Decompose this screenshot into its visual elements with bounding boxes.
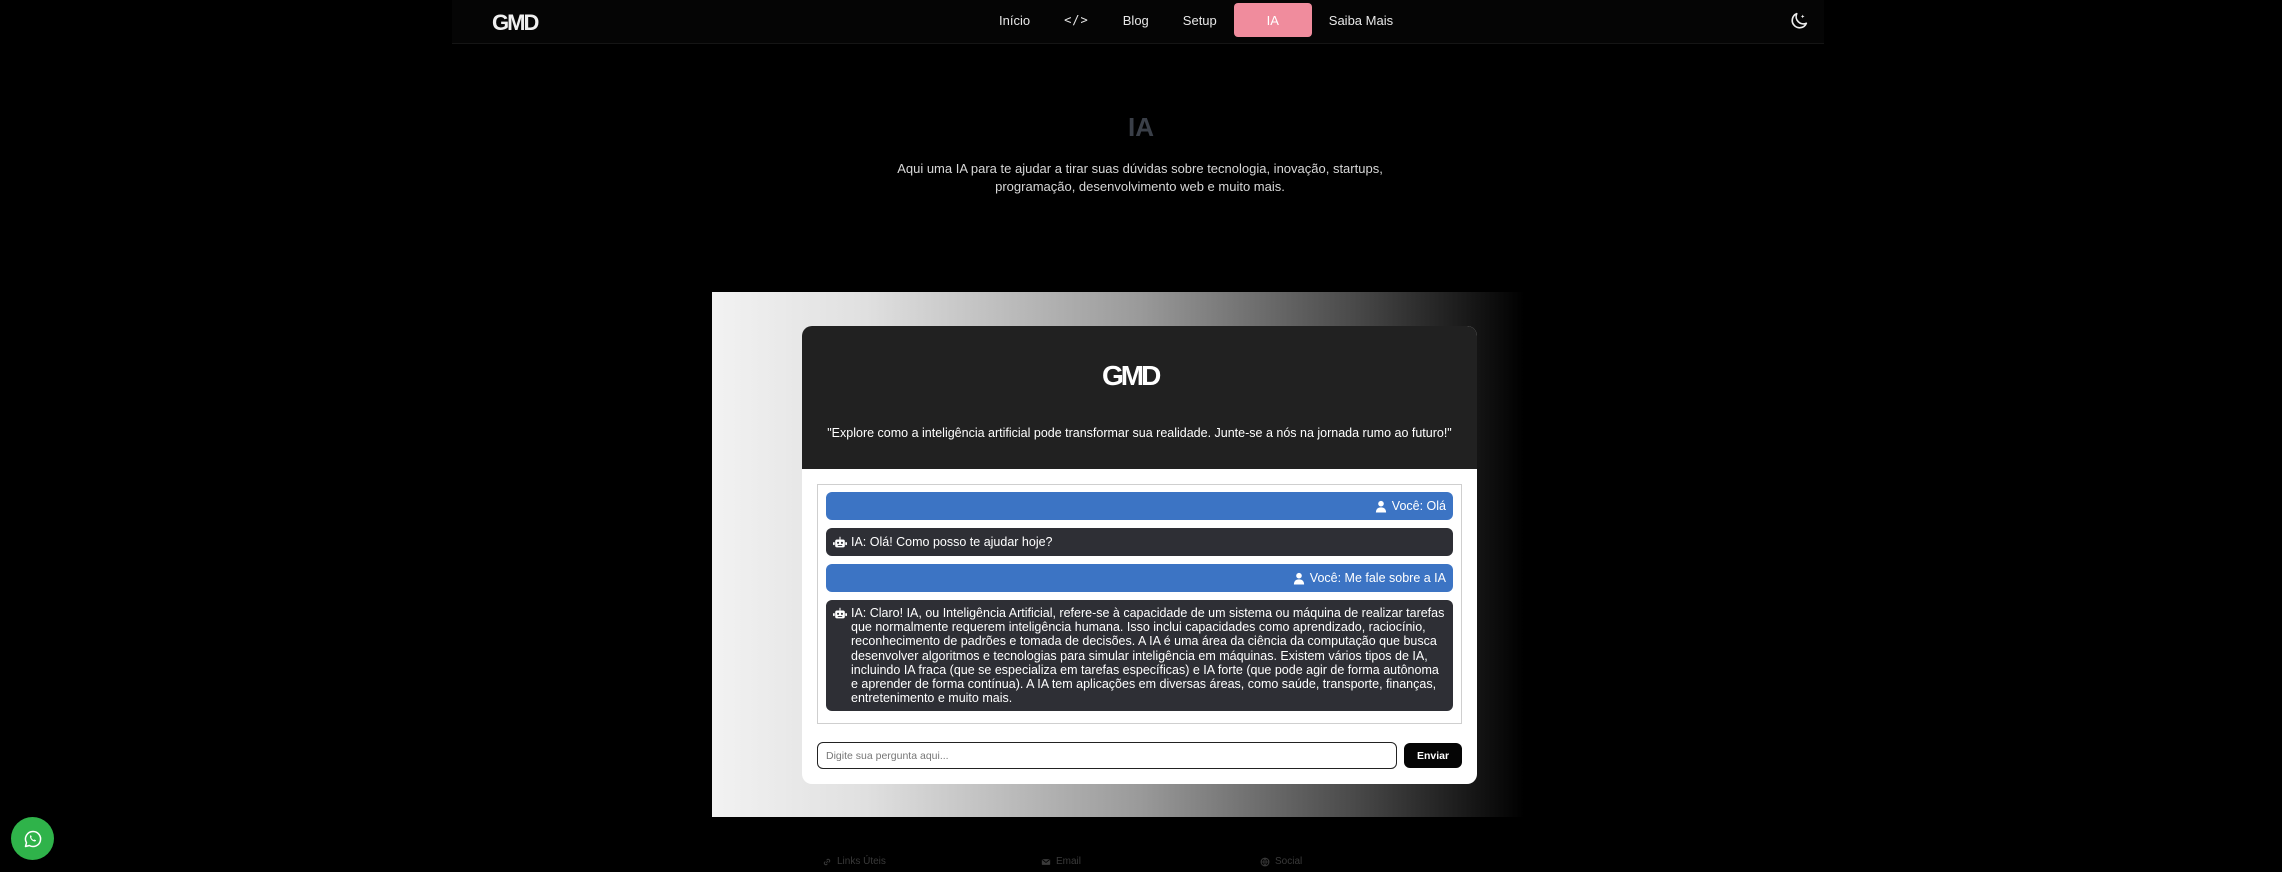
chat-header: GMD "Explore como a inteligência artific…: [802, 326, 1477, 469]
chat-tagline: "Explore como a inteligência artificial …: [827, 426, 1452, 440]
mail-icon: [1041, 858, 1051, 865]
user-message: Você: Olá: [826, 492, 1453, 520]
nav-item-saiba-mais[interactable]: Saiba Mais: [1312, 3, 1410, 37]
link-icon: [823, 858, 831, 865]
footer-link-label: Social: [1275, 856, 1303, 867]
footer-link-links-uteis[interactable]: Links Úteis: [822, 856, 886, 867]
ai-message: IA: Olá! Como posso te ajudar hoje?: [826, 528, 1453, 556]
robot-icon: [833, 607, 847, 619]
user-message: Você: Me fale sobre a IA: [826, 564, 1453, 592]
svg-text:GMD: GMD: [492, 10, 538, 35]
robot-icon: [833, 536, 847, 547]
nav-item-blog[interactable]: Blog: [1106, 3, 1166, 37]
user-icon: [1375, 500, 1386, 513]
chat-input-row: Enviar: [817, 742, 1462, 769]
chat-section: GMD "Explore como a inteligência artific…: [712, 292, 1567, 817]
svg-text:GMD: GMD: [1102, 360, 1161, 390]
footer-links: Links Úteis Email Social: [0, 856, 2282, 872]
footer-link-social[interactable]: Social: [1260, 856, 1302, 867]
page-description: Aqui uma IA para te ajudar a tirar suas …: [897, 161, 1383, 194]
message-text: Você: Me fale sobre a IA: [1309, 571, 1446, 585]
gmd-logo[interactable]: GMD: [492, 9, 554, 35]
gmd-logo: GMD: [1102, 360, 1164, 390]
footer-link-label: Links Úteis: [837, 856, 886, 867]
nav-item-setup[interactable]: Setup: [1166, 3, 1234, 37]
ai-message: IA: Claro! IA, ou Inteligência Artificia…: [826, 600, 1453, 712]
nav-item-ia[interactable]: IA: [1233, 3, 1312, 37]
message-text: IA: Olá! Como posso te ajudar hoje?: [851, 535, 1053, 549]
message-text: Você: Olá: [1391, 499, 1446, 513]
page-title: IA: [1128, 112, 1154, 142]
question-input[interactable]: [817, 742, 1397, 769]
moon-icon[interactable]: [1788, 10, 1810, 32]
chat-card: GMD "Explore como a inteligência artific…: [802, 326, 1477, 784]
whatsapp-button[interactable]: [11, 817, 54, 860]
footer-link-label: Email: [1056, 856, 1082, 867]
nav-item-code[interactable]: </>: [1047, 3, 1106, 37]
whatsapp-icon: [24, 830, 41, 847]
nav-item-inicio[interactable]: Início: [982, 3, 1047, 37]
message-text: IA: Claro! IA, ou Inteligência Artificia…: [851, 606, 1445, 706]
user-icon: [1293, 572, 1304, 585]
message-list[interactable]: Você: Olá IA: Olá! Como posso te ajudar …: [817, 484, 1462, 724]
top-navbar: GMD Início </> Blog Setup IA Saiba Mais: [452, 0, 1824, 44]
footer-link-email[interactable]: Email: [1041, 856, 1081, 867]
globe-icon: [1260, 857, 1270, 866]
nav-links: Início </> Blog Setup IA Saiba Mais: [982, 0, 1410, 38]
send-button[interactable]: Enviar: [1404, 743, 1462, 768]
